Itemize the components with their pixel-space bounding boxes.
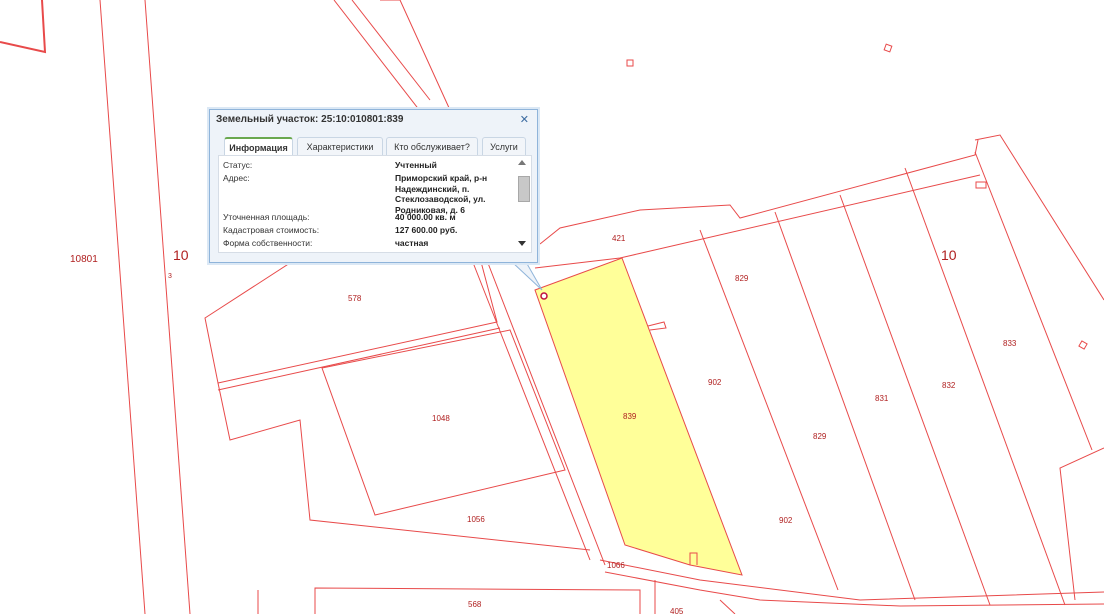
- cost-value: 127 600.00 руб.: [395, 225, 458, 235]
- marker-square: [975, 181, 987, 189]
- scroll-thumb[interactable]: [518, 176, 530, 202]
- popup-title: Земельный участок: 25:10:010801:839: [216, 114, 404, 125]
- parcel-label: 405: [670, 607, 684, 614]
- parcel-boundary: [719, 599, 736, 614]
- close-icon[interactable]: ✕: [520, 113, 529, 126]
- block-boundary: [0, 0, 47, 54]
- parcel-boundary: [904, 167, 1066, 606]
- parcel-boundary: [534, 174, 981, 269]
- block-label: 10801: [70, 254, 98, 265]
- parcel-boundary: [839, 194, 991, 606]
- parcel-839-selected[interactable]: [534, 257, 743, 576]
- parcel-boundary: [351, 0, 431, 101]
- parcel-label: 902: [779, 516, 793, 525]
- parcel-578[interactable]: [204, 257, 498, 384]
- parcel-boundary: [974, 151, 1093, 451]
- address-line: Надеждинский, п.: [395, 183, 470, 194]
- parcel-boundary: [774, 211, 916, 601]
- marker-square: [626, 59, 634, 67]
- ownership-label: Форма собственности:: [223, 238, 313, 248]
- parcel-label: 578: [348, 294, 362, 303]
- address-label: Адрес:: [223, 173, 250, 183]
- parcel-label: 421: [612, 234, 626, 243]
- address-line: Приморский край, р-н: [395, 173, 488, 183]
- parcel-label: 3: [168, 273, 172, 280]
- marker-square: [1078, 340, 1088, 350]
- parcel-label: 839: [623, 412, 637, 421]
- tab-who-serves[interactable]: Кто обслуживает?: [386, 137, 478, 155]
- address-value: Приморский край, р-н Надеждинский, п. Ст…: [395, 173, 507, 215]
- status-value: Учтенный: [395, 160, 437, 170]
- parcel-label: 829: [735, 274, 749, 283]
- block-number-label: 10: [941, 247, 957, 263]
- parcel-boundary: [217, 327, 501, 391]
- parcel-label: 1048: [432, 414, 450, 423]
- scrollbar[interactable]: [516, 158, 530, 250]
- marker-square: [883, 43, 893, 53]
- ownership-value: частная: [395, 238, 429, 248]
- parcel-boundary: [217, 382, 591, 551]
- cost-label: Кадастровая стоимость:: [223, 225, 320, 235]
- parcel-label: 831: [875, 394, 889, 403]
- parcel-label: 1066: [607, 561, 625, 570]
- tab-characteristics[interactable]: Характеристики: [297, 137, 383, 155]
- status-label: Статус:: [223, 160, 253, 170]
- parcel-boundary: [647, 321, 667, 331]
- parcel-label: 1056: [467, 515, 485, 524]
- parcel-boundary: [380, 0, 451, 111]
- scroll-down-icon[interactable]: [518, 241, 526, 246]
- parcel-label: 568: [468, 600, 482, 609]
- parcel-boundary: [974, 134, 1104, 301]
- parcel-info-popup: Земельный участок: 25:10:010801:839 ✕ Ин…: [209, 109, 538, 263]
- parcel-label: 829: [813, 432, 827, 441]
- road-boundary: [599, 559, 1104, 601]
- popup-tail: [510, 261, 543, 291]
- cadastral-map[interactable]: 10801 10 3 10 578 421 829 833 902 831 83…: [0, 0, 1104, 614]
- tab-services[interactable]: Услуги: [482, 137, 526, 155]
- address-line: Стеклозаводской, ул.: [395, 194, 486, 204]
- area-value: 40 000.00 кв. м: [395, 212, 456, 222]
- area-label: Уточненная площадь:: [223, 212, 310, 222]
- parcel-label: 902: [708, 378, 722, 387]
- tab-info[interactable]: Информация: [224, 137, 293, 155]
- block-number-label: 10: [173, 247, 189, 263]
- location-marker-icon[interactable]: [540, 292, 548, 300]
- road-boundary: [144, 0, 191, 614]
- parcel-label: 832: [942, 381, 956, 390]
- road-boundary: [604, 571, 1104, 607]
- parcel-boundary: [1059, 447, 1104, 601]
- scroll-up-icon[interactable]: [518, 160, 526, 165]
- road-boundary: [99, 0, 146, 614]
- parcel-421[interactable]: [539, 139, 979, 245]
- info-panel: Статус: Учтенный Адрес: Приморский край,…: [218, 155, 532, 253]
- parcel-label: 833: [1003, 339, 1017, 348]
